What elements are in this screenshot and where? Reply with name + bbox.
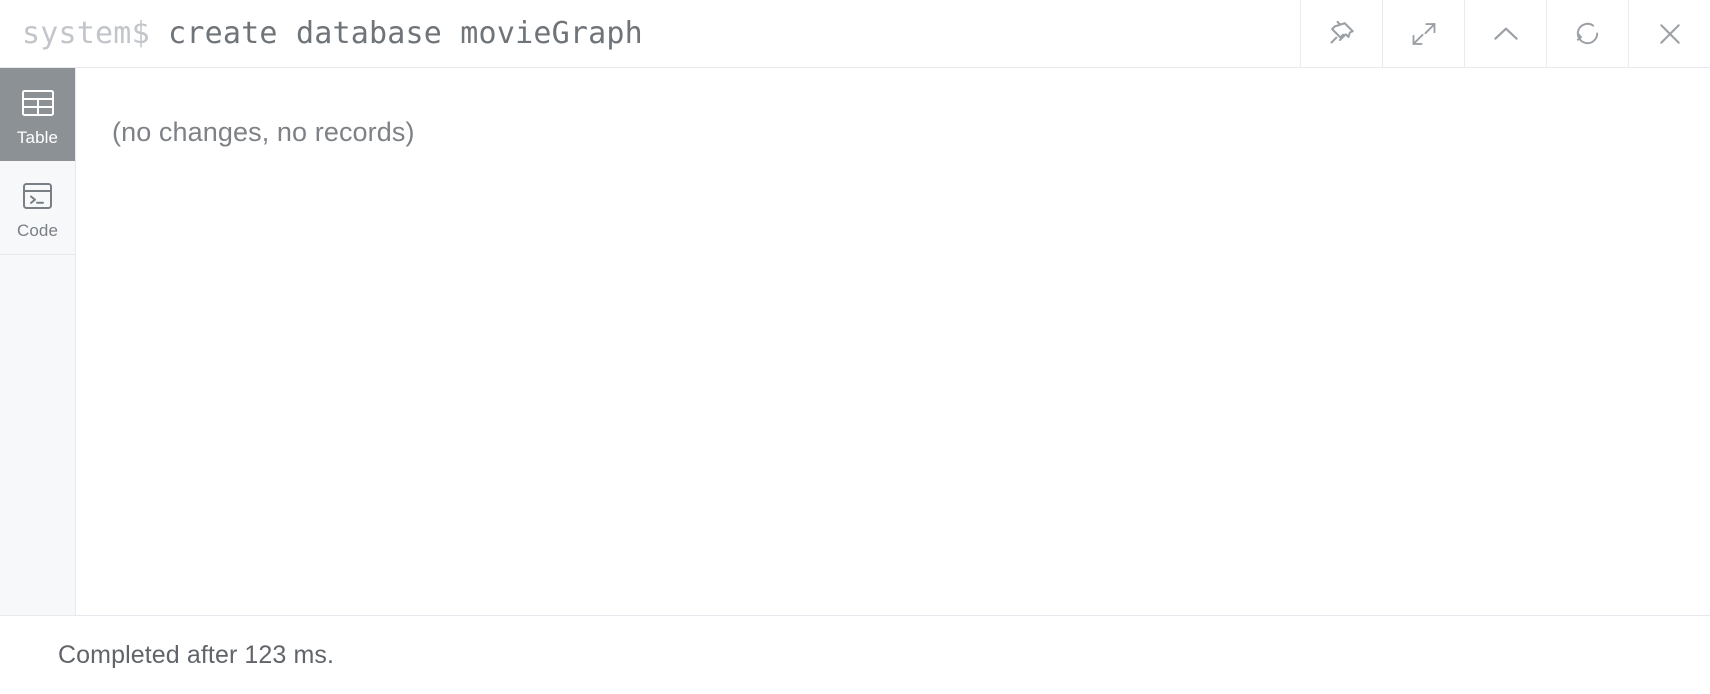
command-line: system$ create database movieGraph xyxy=(22,15,643,51)
command-display[interactable]: system$ create database movieGraph xyxy=(0,0,1300,67)
sidebar-item-table[interactable]: Table xyxy=(0,68,75,161)
command-text: create database movieGraph xyxy=(168,15,643,51)
expand-button[interactable] xyxy=(1382,0,1464,67)
command-prompt: system$ xyxy=(22,15,150,51)
frame-header: system$ create database movieGraph xyxy=(0,0,1710,68)
expand-icon xyxy=(1410,20,1438,48)
code-icon xyxy=(18,176,58,216)
close-button[interactable] xyxy=(1628,0,1710,67)
status-text: Completed after 123 ms. xyxy=(58,640,335,669)
refresh-icon xyxy=(1573,19,1602,48)
close-icon xyxy=(1655,19,1685,49)
sidebar-item-table-label: Table xyxy=(16,127,59,147)
sidebar-filler xyxy=(0,255,75,615)
rerun-button[interactable] xyxy=(1546,0,1628,67)
result-content: (no changes, no records) xyxy=(76,68,1710,615)
frame-body: Table Code (no changes, no records) xyxy=(0,68,1710,615)
collapse-button[interactable] xyxy=(1464,0,1546,67)
chevron-up-icon xyxy=(1490,18,1522,50)
pin-button[interactable] xyxy=(1300,0,1382,67)
query-result-frame: system$ create database movieGraph Table… xyxy=(0,0,1710,694)
frame-toolbar xyxy=(1300,0,1710,67)
sidebar-item-code[interactable]: Code xyxy=(0,161,75,254)
empty-result-message: (no changes, no records) xyxy=(112,117,415,147)
status-bar: Completed after 123 ms. xyxy=(0,615,1710,694)
view-sidebar: Table Code xyxy=(0,68,76,615)
table-icon xyxy=(18,83,58,123)
sidebar-item-code-label: Code xyxy=(16,220,59,240)
pin-icon xyxy=(1327,19,1357,49)
